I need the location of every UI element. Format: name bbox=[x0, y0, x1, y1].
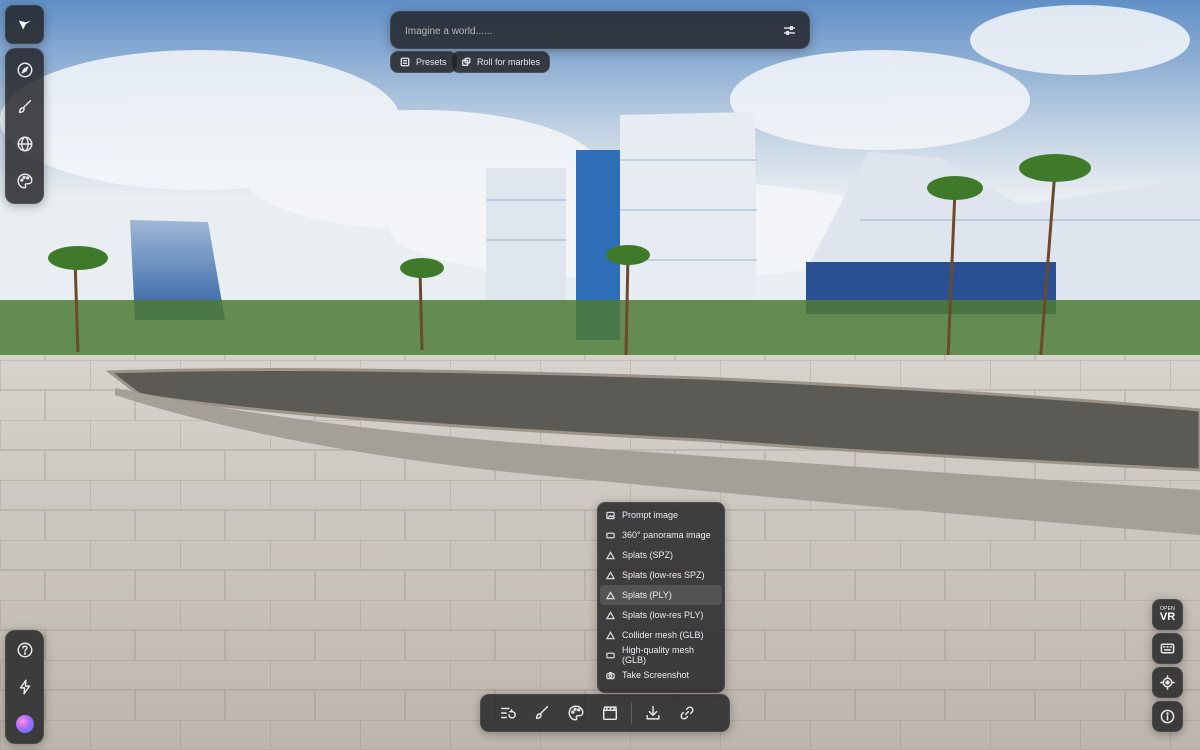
vr-big-label: VR bbox=[1159, 611, 1176, 623]
open-vr-button[interactable]: OPEN VR bbox=[1152, 599, 1183, 630]
toolbar-divider bbox=[631, 702, 632, 724]
menu-item-splats-ply[interactable]: Splats (PLY) bbox=[600, 585, 722, 605]
download-icon[interactable] bbox=[636, 696, 670, 730]
prompt-bar bbox=[390, 11, 810, 49]
presets-icon bbox=[400, 57, 410, 67]
clapper-icon[interactable] bbox=[593, 696, 627, 730]
menu-item-label: Splats (low-res PLY) bbox=[622, 610, 704, 620]
menu-item-splats-spz[interactable]: Splats (SPZ) bbox=[600, 545, 722, 565]
menu-item-splats-low-res-spz[interactable]: Splats (low-res SPZ) bbox=[600, 565, 722, 585]
panorama-icon bbox=[606, 532, 615, 538]
menu-item-label: Splats (low-res SPZ) bbox=[622, 570, 705, 580]
link-icon[interactable] bbox=[670, 696, 704, 730]
globe-icon[interactable] bbox=[6, 125, 43, 162]
menu-item-label: 360° panorama image bbox=[622, 530, 711, 540]
presets-button[interactable]: Presets bbox=[390, 51, 457, 73]
menu-item-label: Collider mesh (GLB) bbox=[622, 630, 704, 640]
menu-item-splats-low-res-ply[interactable]: Splats (low-res PLY) bbox=[600, 605, 722, 625]
triangle-icon bbox=[606, 630, 615, 639]
avatar[interactable] bbox=[6, 705, 43, 742]
sliders-icon[interactable] bbox=[775, 16, 803, 44]
palette-icon[interactable] bbox=[559, 696, 593, 730]
menu-item-collider-mesh[interactable]: Collider mesh (GLB) bbox=[600, 625, 722, 645]
menu-item-360-panorama[interactable]: 360° panorama image bbox=[600, 525, 722, 545]
triangle-icon bbox=[606, 570, 615, 579]
menu-item-prompt-image[interactable]: Prompt image bbox=[600, 505, 722, 525]
left-toolbar bbox=[5, 48, 44, 204]
panorama-icon bbox=[606, 652, 615, 658]
roll-for-marbles-label: Roll for marbles bbox=[477, 57, 541, 67]
image-icon bbox=[606, 511, 615, 519]
palette-icon[interactable] bbox=[6, 162, 43, 199]
brush-icon[interactable] bbox=[6, 88, 43, 125]
presets-label: Presets bbox=[416, 57, 447, 67]
menu-item-take-screenshot[interactable]: Take Screenshot bbox=[600, 665, 722, 685]
triangle-icon bbox=[606, 610, 615, 619]
menu-item-label: Prompt image bbox=[622, 510, 679, 520]
menu-item-high-quality-mesh[interactable]: High-quality mesh (GLB) bbox=[600, 645, 722, 665]
bottom-toolbar bbox=[480, 694, 730, 732]
avatar-image bbox=[15, 714, 34, 733]
menu-item-label: Splats (PLY) bbox=[622, 590, 672, 600]
camera-icon bbox=[606, 671, 615, 679]
prompt-input[interactable] bbox=[397, 16, 777, 46]
triangle-icon bbox=[606, 590, 615, 599]
lightning-icon[interactable] bbox=[6, 668, 43, 705]
info-icon[interactable] bbox=[1152, 701, 1183, 732]
help-icon[interactable] bbox=[6, 631, 43, 668]
history-icon[interactable] bbox=[491, 696, 525, 730]
dice-icon bbox=[462, 57, 471, 66]
compass-icon[interactable] bbox=[6, 51, 43, 88]
menu-item-label: Take Screenshot bbox=[622, 670, 690, 680]
logo-icon bbox=[18, 20, 31, 29]
triangle-icon bbox=[606, 550, 615, 559]
brush-icon[interactable] bbox=[525, 696, 559, 730]
app-logo-button[interactable] bbox=[5, 5, 44, 44]
roll-for-marbles-button[interactable]: Roll for marbles bbox=[451, 51, 551, 73]
download-menu: Prompt image 360° panorama image Splats … bbox=[597, 502, 725, 693]
menu-item-label: High-quality mesh (GLB) bbox=[622, 645, 695, 665]
left-bottom-toolbar bbox=[5, 630, 44, 744]
keyboard-icon[interactable] bbox=[1152, 633, 1183, 664]
menu-item-label: Splats (SPZ) bbox=[622, 550, 674, 560]
recenter-icon[interactable] bbox=[1152, 667, 1183, 698]
